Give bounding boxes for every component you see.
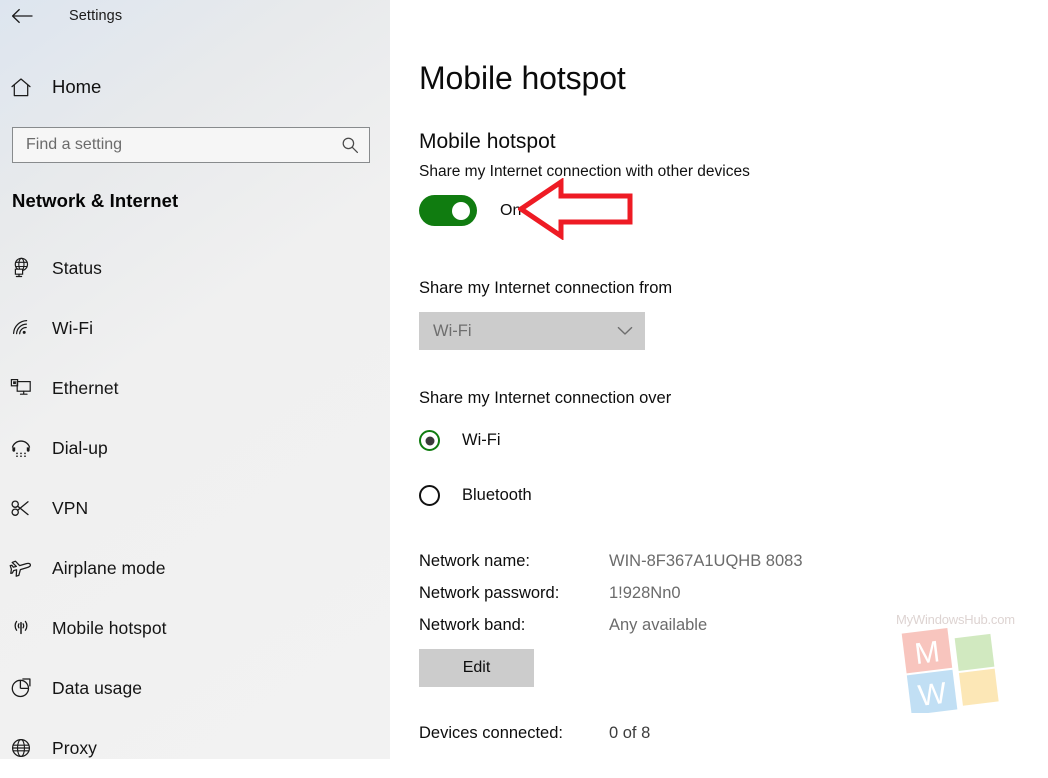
sidebar-item-label: Ethernet xyxy=(52,377,119,398)
sidebar-item-vpn[interactable]: VPN xyxy=(0,478,390,538)
share-from-dropdown[interactable]: Wi-Fi xyxy=(419,312,645,350)
sidebar-item-airplane-mode[interactable]: Airplane mode xyxy=(0,538,390,598)
share-over-label: Share my Internet connection over xyxy=(419,389,672,407)
sidebar-item-label: Proxy xyxy=(52,737,97,758)
radio-option-bluetooth[interactable]: Bluetooth xyxy=(419,485,532,506)
home-label: Home xyxy=(52,76,102,97)
page-title: Mobile hotspot xyxy=(419,60,626,96)
sidebar-item-label: Mobile hotspot xyxy=(52,617,167,638)
pie-chart-icon xyxy=(0,676,42,700)
detail-key: Devices connected: xyxy=(419,724,563,742)
back-button[interactable] xyxy=(0,1,44,31)
chevron-down-icon xyxy=(605,326,645,336)
sidebar-item-label: Data usage xyxy=(52,677,143,698)
search-input[interactable] xyxy=(13,128,331,162)
sidebar-item-label: Dial-up xyxy=(52,437,108,458)
detail-row-devices-connected: Devices connected: 0 of 8 xyxy=(419,724,979,743)
share-from-value: Wi-Fi xyxy=(433,321,472,340)
detail-value: 1!928Nn0 xyxy=(609,584,681,602)
detail-row-network-band: Network band: Any available xyxy=(419,616,979,635)
sidebar-item-ethernet[interactable]: Ethernet xyxy=(0,358,390,418)
sidebar-nav: Status Wi-Fi Ethernet Dial-up VPN Airpla… xyxy=(0,238,390,778)
globe-status-icon xyxy=(0,256,42,280)
detail-key: Network name: xyxy=(419,552,530,570)
sidebar-item-status[interactable]: Status xyxy=(0,238,390,298)
main-content: Mobile hotspot Mobile hotspot Share my I… xyxy=(390,0,1048,759)
sidebar-section-title: Network & Internet xyxy=(12,190,179,211)
sidebar-item-proxy[interactable]: Proxy xyxy=(0,718,390,778)
sidebar-item-wifi[interactable]: Wi-Fi xyxy=(0,298,390,358)
home-icon xyxy=(0,77,42,98)
sidebar-item-home[interactable]: Home xyxy=(0,68,390,106)
sidebar-item-dialup[interactable]: Dial-up xyxy=(0,418,390,478)
toggle-state-label: On xyxy=(500,201,522,219)
airplane-icon xyxy=(0,556,42,580)
radio-button[interactable] xyxy=(419,430,440,451)
settings-window: Settings Home Network & Internet xyxy=(0,0,1048,759)
section-heading: Mobile hotspot xyxy=(419,130,556,153)
dialup-phone-icon xyxy=(0,436,42,460)
section-description: Share my Internet connection with other … xyxy=(419,163,750,180)
detail-key: Network password: xyxy=(419,584,560,602)
sidebar-item-mobile-hotspot[interactable]: Mobile hotspot xyxy=(0,598,390,658)
detail-key: Network band: xyxy=(419,616,526,634)
search-box[interactable] xyxy=(12,127,370,163)
detail-row-network-name: Network name: WIN-8F367A1UQHB 8083 xyxy=(419,552,979,571)
wifi-icon xyxy=(0,316,42,340)
detail-row-network-password: Network password: 1!928Nn0 xyxy=(419,584,979,603)
detail-value: 0 of 8 xyxy=(609,724,651,742)
globe-icon xyxy=(0,736,42,760)
share-from-label: Share my Internet connection from xyxy=(419,279,673,297)
ethernet-icon xyxy=(0,376,42,400)
sidebar-item-label: Wi-Fi xyxy=(52,317,94,338)
hotspot-toggle[interactable] xyxy=(419,195,477,226)
sidebar-item-label: Airplane mode xyxy=(52,557,166,578)
back-arrow-icon xyxy=(11,8,33,24)
sidebar-item-label: Status xyxy=(52,257,102,278)
radio-label: Bluetooth xyxy=(462,486,532,504)
sidebar-item-data-usage[interactable]: Data usage xyxy=(0,658,390,718)
hotspot-antenna-icon xyxy=(0,616,42,640)
detail-value: Any available xyxy=(609,616,708,634)
sidebar: Settings Home Network & Internet xyxy=(0,0,390,759)
vpn-key-icon xyxy=(0,496,42,520)
search-icon[interactable] xyxy=(331,128,369,162)
sidebar-item-label: VPN xyxy=(52,497,89,518)
radio-option-wifi[interactable]: Wi-Fi xyxy=(419,430,500,451)
hotspot-toggle-row: On xyxy=(419,195,521,226)
window-title: Settings xyxy=(69,8,123,24)
radio-label: Wi-Fi xyxy=(462,431,501,449)
detail-value: WIN-8F367A1UQHB 8083 xyxy=(609,552,803,570)
radio-button[interactable] xyxy=(419,485,440,506)
edit-button[interactable]: Edit xyxy=(419,649,534,687)
title-bar: Settings xyxy=(0,0,390,32)
toggle-knob xyxy=(452,201,470,220)
left-arrow-annotation xyxy=(516,177,633,245)
